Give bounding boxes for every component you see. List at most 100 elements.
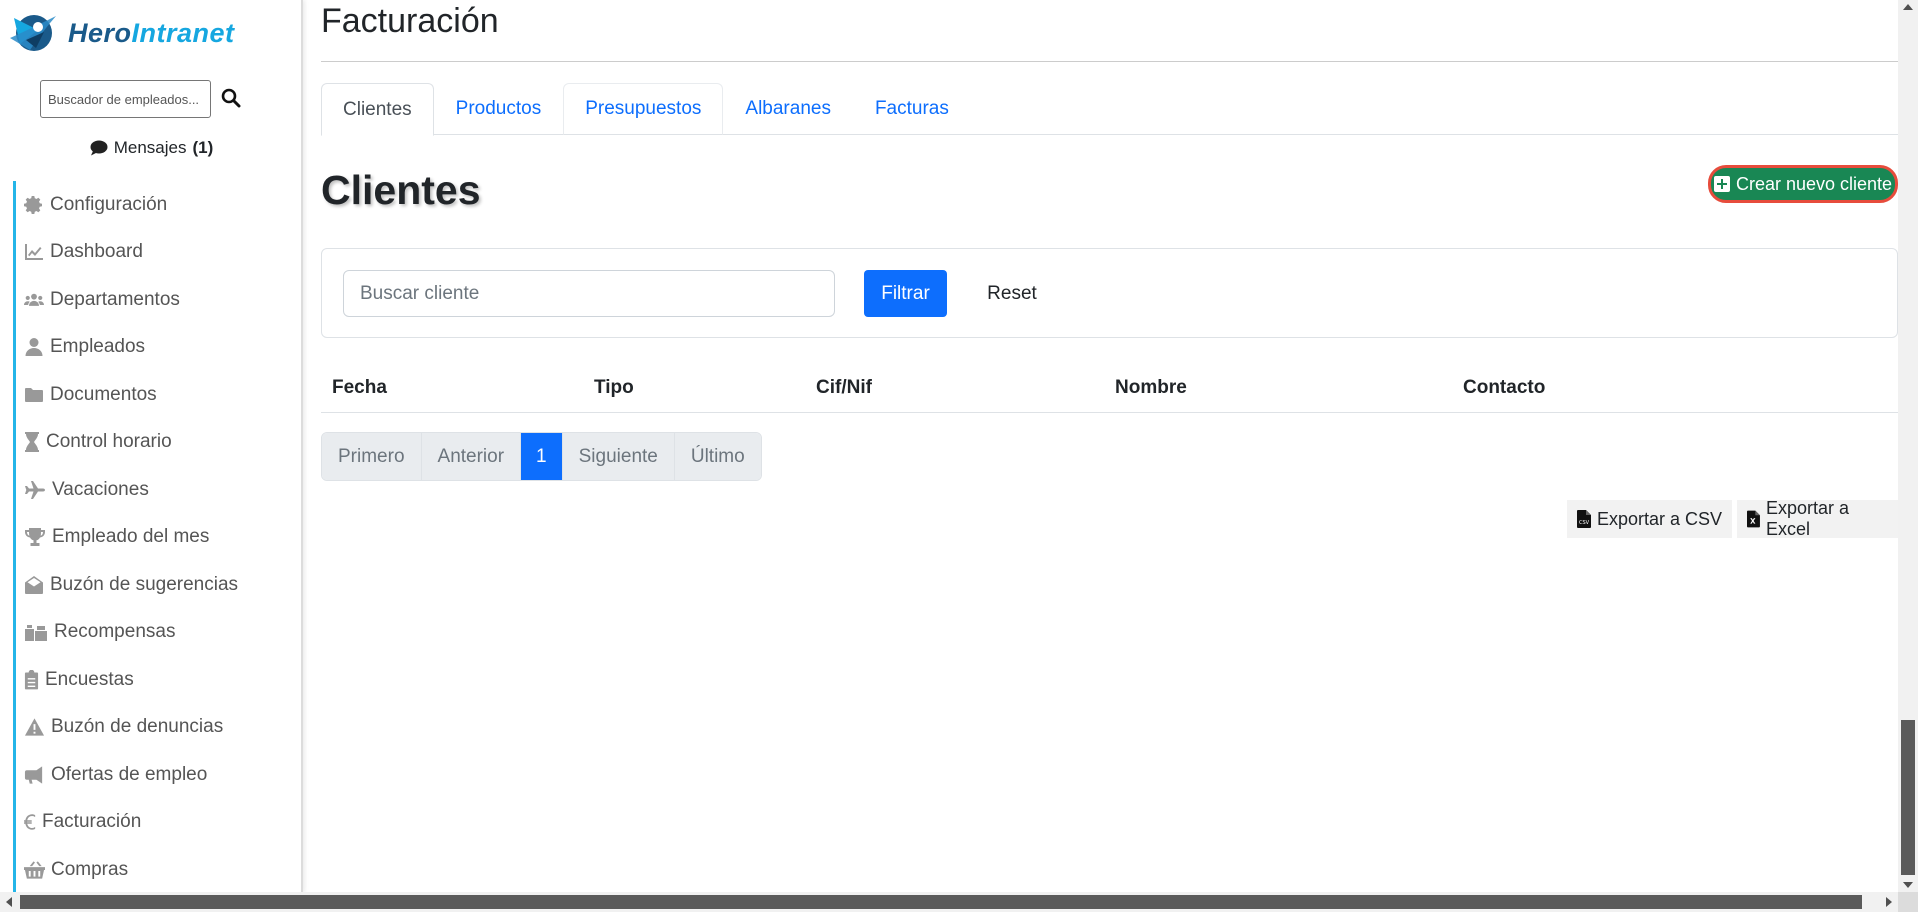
sidebar-item-vacaciones[interactable]: Vacaciones [13, 466, 293, 514]
page-first-button[interactable]: Primero [322, 433, 422, 480]
horizontal-scrollbar[interactable] [0, 892, 1918, 912]
export-csv-label: Exportar a CSV [1597, 508, 1723, 529]
gifts-icon [25, 625, 47, 642]
page-next-button[interactable]: Siguiente [562, 433, 675, 480]
page-current-button[interactable]: 1 [521, 433, 563, 480]
column-header-cif-nif[interactable]: Cif/Nif [816, 377, 872, 399]
scrollbar-corner [1898, 892, 1918, 912]
users-icon [24, 293, 44, 306]
export-excel-label: Exportar a Excel [1765, 498, 1849, 539]
create-client-button[interactable]: Crear nuevo cliente [1708, 165, 1898, 203]
client-search-input[interactable] [343, 270, 835, 317]
sidebar-item-label: Encuestas [45, 668, 134, 690]
sidebar-item-empleados[interactable]: Empleados [13, 323, 293, 371]
comment-icon [90, 140, 108, 156]
main-content: Facturación Clientes Productos Presupues… [321, 0, 1898, 892]
csv-file-icon: CSV [1577, 510, 1591, 528]
basket-icon [24, 861, 45, 879]
hourglass-icon [25, 432, 39, 453]
envelope-open-icon [25, 575, 43, 594]
bullhorn-icon [24, 766, 43, 784]
export-excel-button[interactable]: Exportar a Excel [1737, 498, 1898, 539]
messages-count: (1) [192, 138, 214, 157]
hero-logo-icon [10, 15, 56, 51]
svg-text:CSV: CSV [1579, 520, 1590, 526]
scroll-right-arrow-icon[interactable] [1886, 897, 1892, 907]
sidebar-item-departamentos[interactable]: Departamentos [13, 276, 293, 324]
export-csv-button[interactable]: CSV Exportar a CSV [1567, 500, 1733, 538]
messages-label: Mensajes [113, 138, 187, 157]
page-title: Facturación [321, 2, 499, 40]
plus-square-icon [1713, 176, 1730, 192]
clipboard-list-icon [24, 669, 39, 690]
filter-button[interactable]: Filtrar [864, 270, 947, 317]
sidebar-item-compras[interactable]: Compras [13, 846, 293, 892]
pagination: Primero Anterior 1 Siguiente Último [321, 432, 762, 481]
sidebar-item-label: Empleados [50, 336, 146, 358]
sidebar-item-label: Departamentos [50, 288, 180, 310]
sidebar-item-label: Buzón de sugerencias [50, 573, 239, 595]
vertical-scrollbar[interactable] [1898, 0, 1918, 892]
sidebar-item-label: Recompensas [54, 621, 176, 643]
brand-name: HeroIntranet [68, 18, 235, 49]
search-icon[interactable] [221, 88, 241, 108]
sidebar-item-dashboard[interactable]: Dashboard [13, 228, 293, 276]
scroll-down-arrow-icon[interactable] [1903, 882, 1913, 888]
sidebar-item-label: Dashboard [50, 241, 143, 263]
brand-name-hero: Hero [68, 17, 132, 48]
reset-button[interactable]: Reset [977, 270, 1047, 317]
brand[interactable]: HeroIntranet [8, 10, 235, 56]
euro-icon [24, 814, 36, 830]
messages-link[interactable]: Mensajes (1) [0, 138, 301, 158]
sidebar-item-label: Compras [51, 858, 129, 880]
sidebar: HeroIntranet Mensajes (1) Configuración … [0, 0, 303, 892]
sidebar-item-label: Facturación [42, 811, 142, 833]
folder-icon [25, 387, 43, 402]
column-header-nombre[interactable]: Nombre [1115, 377, 1187, 399]
sidebar-item-label: Buzón de denuncias [51, 716, 224, 738]
trophy-icon [25, 528, 45, 547]
warning-icon [24, 718, 45, 736]
sidebar-item-control-horario[interactable]: Control horario [13, 418, 293, 466]
vertical-scroll-thumb[interactable] [1901, 720, 1915, 875]
brand-name-intranet: Intranet [131, 17, 235, 48]
chart-line-icon [25, 244, 43, 261]
sidebar-item-label: Control horario [46, 431, 172, 453]
create-client-label: Crear nuevo cliente [1735, 173, 1893, 194]
sidebar-item-documentos[interactable]: Documentos [13, 371, 293, 419]
sidebar-item-label: Empleado del mes [52, 526, 210, 548]
column-header-tipo[interactable]: Tipo [594, 377, 634, 399]
section-title: Clientes [321, 167, 481, 213]
title-divider [321, 61, 1898, 62]
tab-albaranes[interactable]: Albaranes [723, 83, 853, 135]
sidebar-item-label: Ofertas de empleo [51, 763, 208, 785]
clients-table-header: Fecha Tipo Cif/Nif Nombre Contacto [321, 366, 1898, 413]
sidebar-item-ofertas-empleo[interactable]: Ofertas de empleo [13, 751, 293, 799]
sidebar-item-configuracion[interactable]: Configuración [13, 181, 293, 229]
scroll-up-arrow-icon[interactable] [1903, 4, 1913, 10]
tab-presupuestos[interactable]: Presupuestos [563, 83, 724, 135]
sidebar-item-label: Documentos [50, 383, 157, 405]
tab-facturas[interactable]: Facturas [853, 83, 971, 135]
sidebar-item-empleado-del-mes[interactable]: Empleado del mes [13, 513, 293, 561]
tab-productos[interactable]: Productos [434, 83, 564, 135]
tab-clientes[interactable]: Clientes [321, 83, 434, 136]
column-header-fecha[interactable]: Fecha [332, 377, 387, 399]
filter-card: Filtrar Reset [321, 248, 1898, 338]
page-previous-button[interactable]: Anterior [421, 433, 522, 480]
user-icon [25, 338, 43, 357]
excel-file-icon [1747, 510, 1760, 528]
column-header-contacto[interactable]: Contacto [1463, 377, 1545, 399]
scroll-left-arrow-icon[interactable] [6, 897, 12, 907]
employee-search-input[interactable] [40, 80, 211, 118]
sidebar-item-buzon-sugerencias[interactable]: Buzón de sugerencias [13, 561, 293, 609]
sidebar-item-encuestas[interactable]: Encuestas [13, 656, 293, 704]
horizontal-scroll-thumb[interactable] [20, 895, 1862, 909]
sidebar-item-label: Vacaciones [52, 478, 149, 500]
sidebar-item-recompensas[interactable]: Recompensas [13, 608, 293, 656]
gear-icon [24, 195, 42, 214]
page-last-button[interactable]: Último [674, 433, 761, 480]
billing-tabs: Clientes Productos Presupuestos Albarane… [321, 83, 1898, 136]
sidebar-item-buzon-denuncias[interactable]: Buzón de denuncias [13, 703, 293, 751]
sidebar-item-facturacion[interactable]: Facturación [13, 798, 293, 846]
